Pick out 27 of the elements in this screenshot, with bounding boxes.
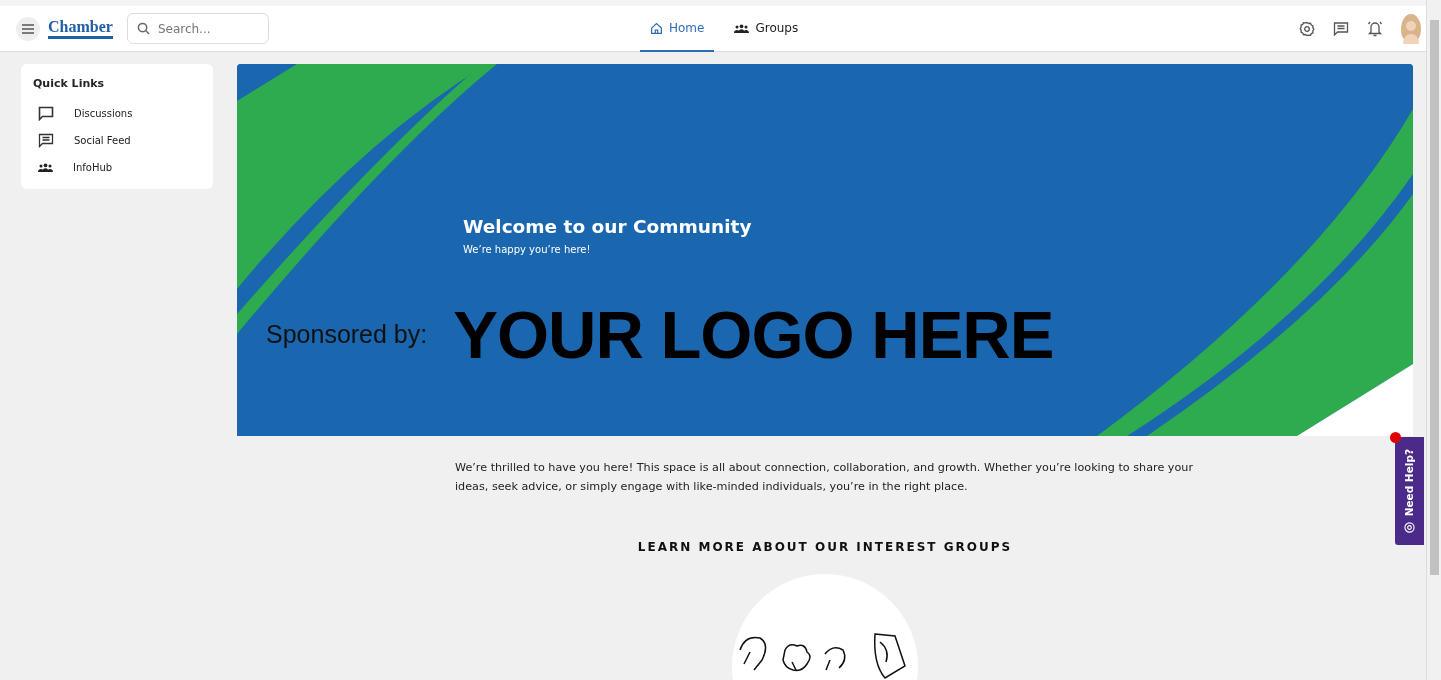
nav-tab[interactable]: Home [640,6,715,52]
banner-subtitle: We’re happy you’re here! [463,243,592,258]
need-help-tab[interactable]: Need Help? [1395,437,1424,545]
intro-paragraph: We’re thrilled to have you here! This space is all about connection, collaboration, and growth. Whether you’re looking to share your ideas, seek advice, or simply engage with like-minded individuals, you’re in the right place. [455,460,1194,495]
search-icon [136,22,150,35]
people-icon [734,22,750,34]
section-heading: LEARN MORE ABOUT OUR INTEREST GROUPS [637,539,1013,556]
scrollbar[interactable] [1426,0,1441,680]
chat-icon [38,105,54,121]
nav-tab[interactable]: Groups [724,6,809,52]
quick-link[interactable]: Discussions [33,99,201,127]
card-title: Quick Links [33,76,106,92]
support-icon [1404,522,1415,534]
banner-title: Welcome to our Community [463,216,753,239]
sponsor-logo-text: YOUR LOGO HERE [453,301,1054,369]
message-icon [38,132,54,148]
settings-icon[interactable] [1299,20,1315,37]
quick-link[interactable]: InfoHub [33,153,201,181]
people-icon [38,161,53,173]
search-field[interactable]: Search... [126,13,269,44]
home-icon [650,21,663,35]
logo[interactable]: Chamber [48,18,113,39]
sponsor-label: Sponsored by: [266,318,428,350]
message-icon[interactable] [1333,20,1349,37]
bell-icon[interactable] [1367,20,1383,37]
quick-link[interactable]: Social Feed [33,126,201,154]
menu-icon[interactable] [16,16,40,41]
